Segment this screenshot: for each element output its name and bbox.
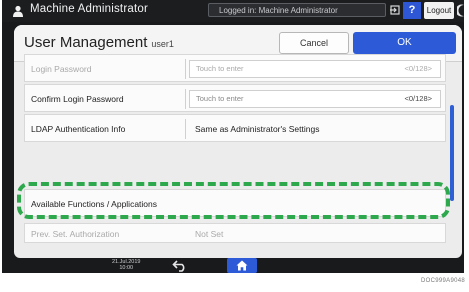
cancel-button[interactable]: Cancel xyxy=(279,32,349,54)
prev-set-authorization-row[interactable]: Prev. Set. Authorization Not Set xyxy=(24,223,446,243)
row-label: Prev. Set. Authorization xyxy=(31,229,120,239)
page-subtitle: user1 xyxy=(151,39,174,49)
row-divider xyxy=(185,89,186,109)
highlight-frame xyxy=(17,182,450,219)
row-label: Confirm Login Password xyxy=(31,94,124,104)
logout-button[interactable]: Logout xyxy=(424,2,454,19)
home-button[interactable] xyxy=(227,258,257,273)
page-title-text: User Management xyxy=(24,34,148,51)
login-password-field[interactable]: Touch to enter <0/128> xyxy=(189,60,441,78)
ok-button[interactable]: OK xyxy=(353,32,456,54)
user-management-panel: User Management user1 Cancel OK Login Pas… xyxy=(14,25,462,258)
admin-label: Machine Administrator xyxy=(30,3,148,15)
logged-in-status: Logged in: Machine Administrator xyxy=(208,3,386,17)
list-scrollbar[interactable] xyxy=(450,105,454,201)
bottom-bar: 21.Jul.2019 10:00 xyxy=(2,258,464,273)
clock: 21.Jul.2019 10:00 xyxy=(112,259,140,271)
page-title: User Management user1 xyxy=(24,34,174,51)
help-button[interactable]: ? xyxy=(403,2,421,19)
row-label: LDAP Authentication Info xyxy=(31,124,126,134)
row-label: Login Password xyxy=(31,64,92,74)
back-icon[interactable] xyxy=(172,259,188,272)
clock-time: 10:00 xyxy=(119,265,134,271)
row-divider xyxy=(185,119,186,139)
field-placeholder: Touch to enter xyxy=(196,94,244,103)
confirm-login-password-row[interactable]: Confirm Login Password Touch to enter <0… xyxy=(24,84,446,112)
top-status-bar: Machine Administrator Logged in: Machine… xyxy=(2,0,464,22)
settings-list: Login Password Touch to enter <0/128> Co… xyxy=(24,54,454,258)
ldap-authentication-info-row[interactable]: LDAP Authentication Info Same as Adminis… xyxy=(24,114,446,142)
row-divider xyxy=(185,59,186,79)
row-value: Same as Administrator's Settings xyxy=(195,124,320,134)
row-value: Not Set xyxy=(195,229,224,239)
user-icon xyxy=(13,5,23,17)
figure-id: DOC999A9048 xyxy=(421,278,465,284)
login-status-icon xyxy=(390,5,400,15)
confirm-login-password-field[interactable]: Touch to enter <0/128> xyxy=(189,90,441,108)
energy-saver-icon[interactable] xyxy=(457,4,466,17)
field-char-limit: <0/128> xyxy=(404,94,432,103)
field-placeholder: Touch to enter xyxy=(196,64,244,73)
home-icon xyxy=(236,260,248,271)
field-char-limit: <0/128> xyxy=(404,64,432,73)
login-password-row[interactable]: Login Password Touch to enter <0/128> xyxy=(24,54,446,82)
